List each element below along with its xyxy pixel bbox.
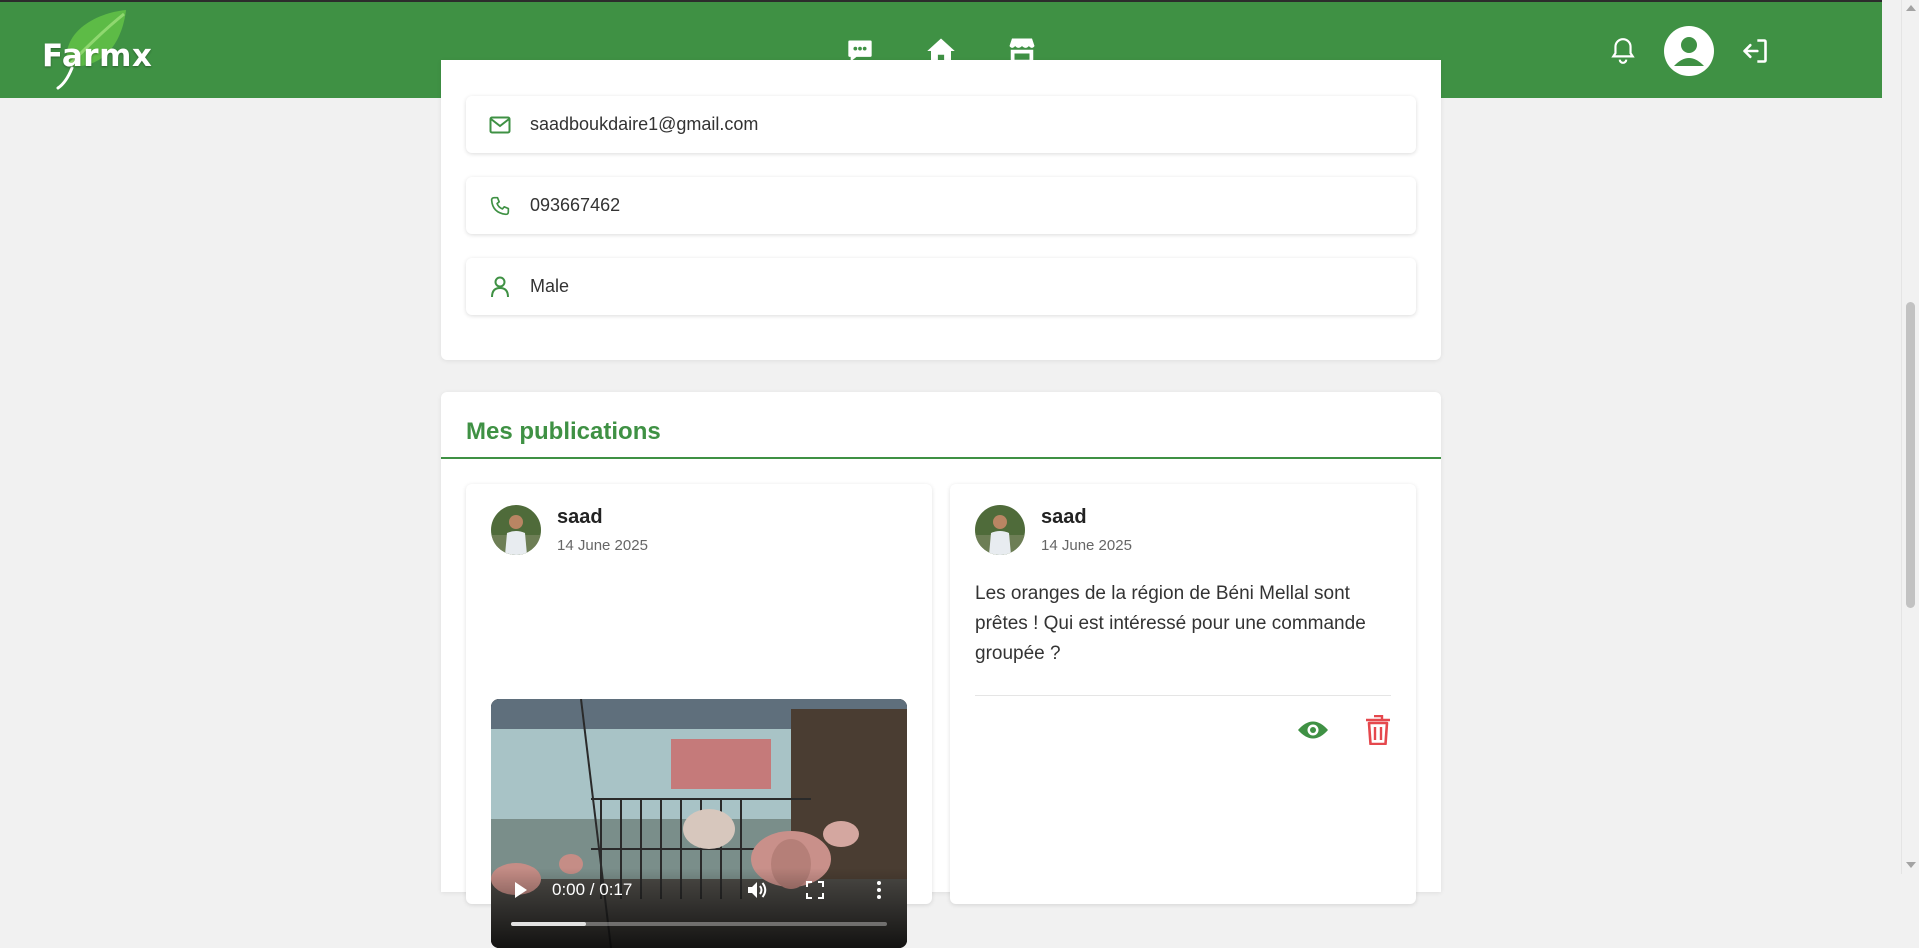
gender-row: Male (466, 258, 1416, 315)
page-scrollbar[interactable] (1901, 0, 1919, 874)
video-time: 0:00 / 0:17 (552, 880, 633, 899)
author-name[interactable]: saad (557, 506, 603, 529)
post-date: 14 June 2025 (557, 537, 648, 554)
gender-value: Male (530, 276, 570, 296)
more-options-icon[interactable] (872, 879, 886, 901)
person-icon (489, 276, 511, 298)
user-avatar-icon[interactable] (1664, 26, 1714, 76)
author-avatar[interactable] (975, 505, 1025, 555)
phone-icon (489, 195, 511, 217)
logout-icon[interactable] (1740, 36, 1770, 66)
post-card: saad 14 June 2025 0:00 / 0:17 (466, 484, 932, 948)
phone-row: 093667462 (466, 177, 1416, 234)
author-avatar[interactable] (491, 505, 541, 555)
post-card: saad 14 June 2025 Les oranges de la régi… (950, 484, 1416, 904)
mail-icon (489, 114, 511, 136)
author-name[interactable]: saad (1041, 506, 1087, 529)
post-text: Les oranges de la région de Béni Mellal … (975, 583, 1366, 664)
bell-icon[interactable] (1608, 36, 1638, 66)
farmx-logo[interactable]: Farmx (38, 8, 152, 94)
video-progress-fill (511, 922, 587, 926)
post-date: 14 June 2025 (1041, 537, 1132, 554)
phone-value: 093667462 (530, 195, 621, 215)
scroll-up-arrow-icon[interactable] (1906, 5, 1916, 11)
scrollbar-thumb[interactable] (1906, 302, 1915, 608)
eye-icon[interactable] (1297, 714, 1329, 746)
profile-info-card: saadboukdaire1@gmail.com 093667462 Male (441, 60, 1441, 360)
volume-icon[interactable] (746, 879, 770, 901)
video-progress-bar[interactable] (511, 922, 887, 926)
section-title: Mes publications (466, 418, 661, 445)
email-value: saadboukdaire1@gmail.com (530, 114, 759, 134)
play-icon[interactable] (511, 879, 531, 901)
email-row: saadboukdaire1@gmail.com (466, 96, 1416, 153)
fullscreen-icon[interactable] (804, 880, 826, 900)
section-divider (441, 457, 1441, 459)
scroll-down-arrow-icon[interactable] (1906, 862, 1916, 868)
publications-section: Mes publications saad 14 June 2025 0:00 … (441, 392, 1441, 948)
logo-text: Farmx (42, 38, 153, 74)
trash-icon[interactable] (1362, 714, 1394, 746)
post-divider (975, 695, 1391, 696)
video-player[interactable]: 0:00 / 0:17 (491, 699, 907, 948)
